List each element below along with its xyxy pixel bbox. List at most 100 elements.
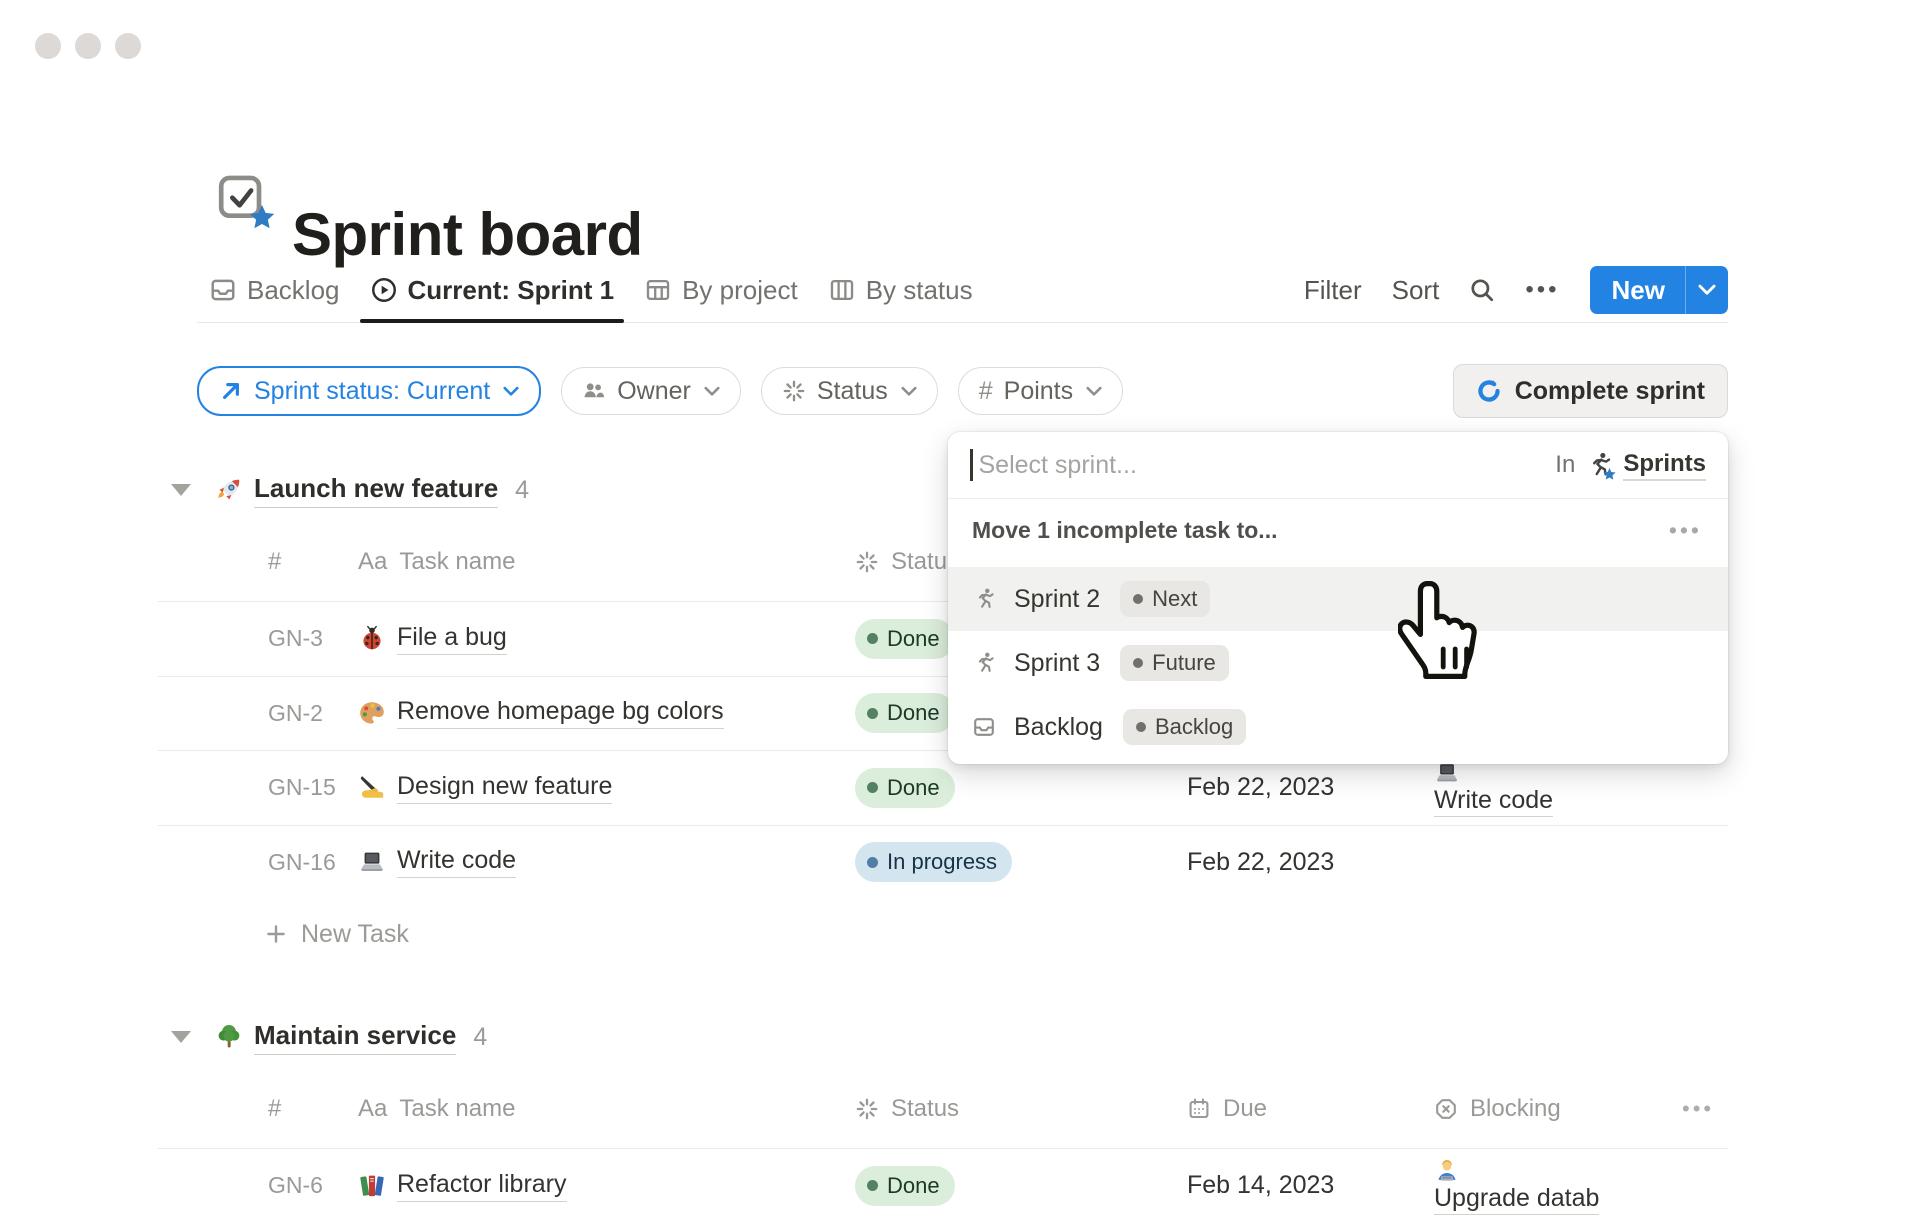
task-id: GN-2 [268, 700, 358, 727]
scope-sprints-link[interactable]: Sprints [1623, 450, 1706, 481]
status-label: Done [887, 700, 940, 726]
task-status-cell[interactable]: Done [855, 768, 1187, 808]
task-name-link[interactable]: Remove homepage bg colors [397, 697, 724, 729]
sprint-option-sprint-3[interactable]: Sprint 3Future [948, 631, 1728, 695]
octagon-x-icon [1434, 1097, 1458, 1121]
task-name-link[interactable]: Design new feature [397, 772, 612, 804]
chip-label: Owner [617, 377, 691, 406]
more-options-button[interactable]: ••• [1525, 276, 1559, 304]
window-controls [35, 33, 141, 59]
chip-label: Sprint status: Current [254, 377, 490, 406]
status-badge[interactable]: Done [855, 693, 955, 733]
filter-chip-points[interactable]: #Points [958, 367, 1123, 415]
column-header-name[interactable]: Aa Task name [358, 1095, 855, 1123]
toggle-triangle-icon[interactable] [171, 484, 191, 496]
task-status-cell[interactable]: In progress [855, 842, 1187, 882]
status-badge[interactable]: Done [855, 768, 955, 808]
badge-label: Future [1152, 650, 1216, 676]
scope-prefix: In [1555, 451, 1575, 479]
task-name-cell[interactable]: Design new feature [358, 772, 855, 804]
filter-chip-status[interactable]: Status [761, 367, 938, 415]
window-close-button[interactable] [35, 33, 61, 59]
sprint-option-sprint-2[interactable]: Sprint 2Next [948, 567, 1728, 631]
task-due-cell[interactable]: Feb 22, 2023 [1187, 773, 1434, 802]
search-icon[interactable] [1469, 277, 1495, 303]
task-group-2: Maintain service 4 #Aa Task name StatusDueBl… [158, 1005, 1728, 1223]
table-row[interactable]: GN-6 Refactor library Done Feb 14, 2023Upgr… [158, 1148, 1728, 1223]
star-icon [1602, 467, 1617, 482]
task-name-cell[interactable]: File a bug [358, 623, 855, 655]
column-header-name-label: Task name [399, 548, 515, 576]
badge-dot-icon [867, 1180, 878, 1191]
window-zoom-button[interactable] [115, 33, 141, 59]
task-name-cell[interactable]: Refactor library [358, 1170, 855, 1202]
arrow-up-right-icon [219, 379, 243, 403]
tab-backlog[interactable]: Backlog [209, 258, 340, 322]
search-scope: In Sprints [1555, 450, 1706, 481]
sort-button[interactable]: Sort [1392, 275, 1440, 306]
toggle-triangle-icon[interactable] [171, 1031, 191, 1043]
column-header-due[interactable]: Due [1187, 1095, 1434, 1123]
books-emoji [358, 1172, 386, 1200]
status-label: Done [887, 1173, 940, 1199]
new-task-button[interactable]: New Task [158, 899, 1728, 969]
inbox-icon [209, 276, 237, 304]
ladybug-emoji [358, 625, 386, 653]
column-header-more-button[interactable]: ••• [1682, 1096, 1728, 1122]
window-minimize-button[interactable] [75, 33, 101, 59]
new-button[interactable]: New [1590, 275, 1685, 306]
tab-by-project[interactable]: By project [644, 258, 798, 322]
filter-button[interactable]: Filter [1304, 275, 1362, 306]
filter-chip-sprint-status[interactable]: Sprint status: Current [197, 366, 541, 416]
blocking-task-link[interactable]: Write code [1434, 786, 1553, 817]
filter-chips: Sprint status: Current Owner Status #Points [197, 366, 1123, 416]
table-row[interactable]: GN-16Write codeIn progressFeb 22, 2023 [158, 825, 1728, 900]
aa-icon: Aa [358, 1095, 387, 1123]
tab-label: Backlog [247, 275, 340, 306]
chevron-down-icon [901, 386, 917, 397]
task-name-cell[interactable]: Write code [358, 846, 855, 878]
column-header-status[interactable]: Status [855, 1095, 1187, 1123]
status-badge[interactable]: Done [855, 619, 955, 659]
column-header-name[interactable]: Aa Task name [358, 548, 855, 576]
complete-sprint-label: Complete sprint [1515, 377, 1705, 406]
task-name-link[interactable]: Refactor library [397, 1170, 567, 1202]
sprint-search-input[interactable] [977, 450, 1556, 481]
column-header-id[interactable]: # [268, 1095, 358, 1123]
complete-sprint-button[interactable]: Complete sprint [1453, 364, 1728, 418]
filter-chip-owner[interactable]: Owner [561, 367, 741, 415]
new-dropdown-button[interactable] [1686, 266, 1728, 314]
task-due-cell[interactable]: Feb 14, 2023 [1187, 1171, 1434, 1200]
badge-label: Next [1152, 586, 1197, 612]
task-name-link[interactable]: Write code [397, 846, 516, 878]
task-name-link[interactable]: File a bug [397, 623, 507, 655]
sprint-option-backlog[interactable]: BacklogBacklog [948, 695, 1728, 759]
status-badge[interactable]: In progress [855, 842, 1012, 882]
sprint-options: Sprint 2NextSprint 3FutureBacklogBacklog [948, 561, 1728, 765]
tab-current[interactable]: Current: Sprint 1 [370, 258, 615, 322]
laptop-emoji [358, 848, 386, 876]
task-blocking-cell[interactable]: Upgrade datab [1434, 1158, 1682, 1213]
badge-dot-icon [867, 633, 878, 644]
tab-label: By project [682, 275, 798, 306]
task-id: GN-6 [268, 1172, 358, 1199]
column-header-blocking[interactable]: Blocking [1434, 1095, 1682, 1123]
column-header-name-label: Task name [399, 1095, 515, 1123]
inbox-icon [972, 715, 996, 739]
status-label: In progress [887, 849, 997, 875]
tab-by-status[interactable]: By status [828, 258, 973, 322]
group-title[interactable]: Launch new feature [254, 473, 498, 508]
popup-more-button[interactable]: ••• [1669, 517, 1702, 544]
group-count: 4 [473, 1023, 487, 1052]
group-title[interactable]: Maintain service [254, 1020, 456, 1055]
page-icon[interactable] [214, 170, 268, 224]
task-due-cell[interactable]: Feb 22, 2023 [1187, 848, 1434, 877]
chevron-down-icon [1698, 284, 1716, 296]
filter-chipbar: Sprint status: Current Owner Status #Points… [197, 364, 1728, 418]
task-name-cell[interactable]: Remove homepage bg colors [358, 697, 855, 729]
spinner-icon [855, 550, 879, 574]
aa-icon: Aa [358, 548, 387, 576]
task-blocking-cell[interactable]: Write code [1434, 760, 1682, 815]
column-header-id[interactable]: # [268, 548, 358, 576]
sprint-stage-badge: Future [1120, 645, 1229, 681]
